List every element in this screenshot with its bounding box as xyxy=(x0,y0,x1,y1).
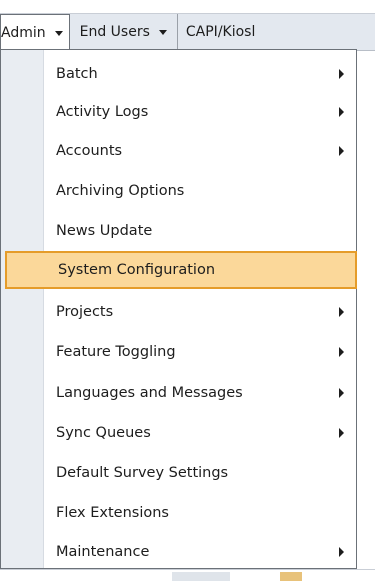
menu-end-users-label: End Users xyxy=(79,24,150,40)
menu-item-label: Sync Queues xyxy=(56,425,151,441)
admin-dropdown-menu: Batch Activity Logs Accounts Archiving O… xyxy=(0,49,357,569)
chevron-right-icon xyxy=(339,307,344,317)
chevron-right-icon xyxy=(339,146,344,156)
menu-capi-kiosk-label: CAPI/Kiosl xyxy=(185,24,256,40)
menu-item-label: System Configuration xyxy=(58,262,216,278)
chevron-right-icon xyxy=(339,69,344,79)
menu-item-label: Default Survey Settings xyxy=(56,465,229,481)
menu-item-accounts[interactable]: Accounts xyxy=(1,132,356,170)
menu-item-system-configuration[interactable]: System Configuration xyxy=(5,251,357,289)
top-menubar: Admin End Users CAPI/Kiosl xyxy=(0,13,375,51)
menu-admin[interactable]: Admin xyxy=(0,14,70,51)
menu-item-maintenance[interactable]: Maintenance xyxy=(1,533,356,571)
menu-item-batch[interactable]: Batch xyxy=(1,55,356,93)
menu-item-label: Feature Toggling xyxy=(56,344,176,360)
menu-capi-kiosk[interactable]: CAPI/Kiosl xyxy=(178,14,263,50)
background-page-strip xyxy=(0,569,375,581)
menu-item-label: Archiving Options xyxy=(56,183,185,199)
menu-item-label: Batch xyxy=(56,66,98,82)
menu-end-users[interactable]: End Users xyxy=(70,14,178,50)
menu-item-label: Activity Logs xyxy=(56,104,149,120)
menu-item-sync-queues[interactable]: Sync Queues xyxy=(1,414,356,452)
menu-item-label: News Update xyxy=(56,223,153,239)
chevron-down-icon xyxy=(158,30,167,35)
menu-item-default-survey-settings[interactable]: Default Survey Settings xyxy=(1,454,356,492)
chevron-right-icon xyxy=(339,347,344,357)
menu-item-label: Languages and Messages xyxy=(56,385,243,401)
chevron-right-icon xyxy=(339,107,344,117)
chevron-right-icon xyxy=(339,547,344,557)
menu-item-label: Maintenance xyxy=(56,544,150,560)
menu-item-news-update[interactable]: News Update xyxy=(1,212,356,250)
menu-admin-label: Admin xyxy=(1,25,46,41)
chevron-right-icon xyxy=(339,388,344,398)
menu-item-label: Projects xyxy=(56,304,114,320)
menu-item-projects[interactable]: Projects xyxy=(1,293,356,331)
menu-item-activity-logs[interactable]: Activity Logs xyxy=(1,93,356,131)
menu-item-label: Accounts xyxy=(56,143,123,159)
menu-item-feature-toggling[interactable]: Feature Toggling xyxy=(1,333,356,371)
menu-item-archiving-options[interactable]: Archiving Options xyxy=(1,172,356,210)
chevron-down-icon xyxy=(54,31,63,36)
chevron-right-icon xyxy=(339,428,344,438)
menu-item-languages-and-messages[interactable]: Languages and Messages xyxy=(1,374,356,412)
menu-item-label: Flex Extensions xyxy=(56,505,169,521)
menu-item-flex-extensions[interactable]: Flex Extensions xyxy=(1,494,356,532)
